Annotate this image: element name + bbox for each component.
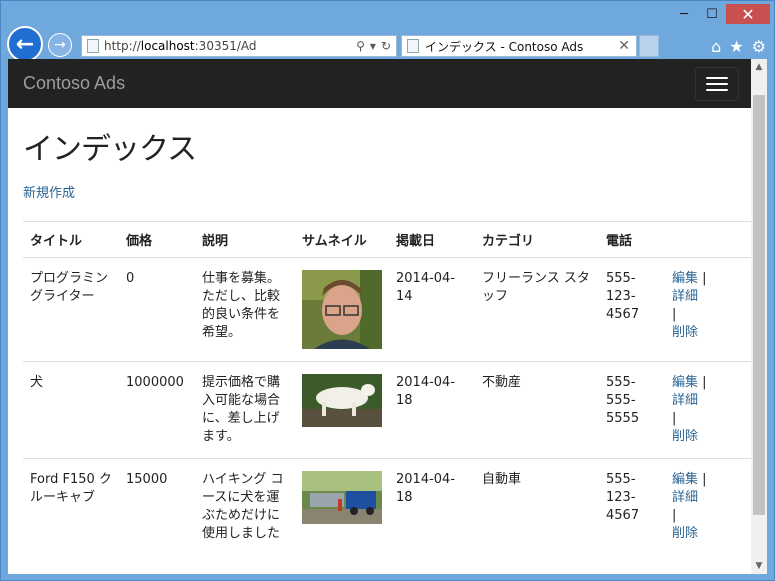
cell-title: 犬 xyxy=(23,361,119,459)
tab-page-icon xyxy=(407,39,419,53)
cell-actions: 編集 | 詳細 | 削除 xyxy=(665,361,753,459)
header-date: 掲載日 xyxy=(389,221,475,258)
cell-title: プログラミングライター xyxy=(23,257,119,362)
window-controls: ─ ☐ ✕ xyxy=(670,4,770,24)
arrow-left-icon: ← xyxy=(15,31,35,57)
new-tab-button[interactable] xyxy=(639,35,659,57)
page-viewport: Contoso Ads インデックス 新規作成 タイトル 価格 説明 サムネイル… xyxy=(8,59,754,574)
cell-title: Ford F150 クルーキャブ xyxy=(23,458,119,555)
cell-category: 不動産 xyxy=(475,361,599,459)
vertical-scrollbar[interactable]: ▲ ▼ xyxy=(751,59,767,574)
tab-title: インデックス - Contoso Ads xyxy=(425,39,584,54)
home-icon[interactable]: ⌂ xyxy=(711,37,721,56)
gear-icon[interactable]: ⚙ xyxy=(752,37,766,56)
header-title: タイトル xyxy=(23,221,119,258)
cell-price: 0 xyxy=(119,257,195,362)
edit-link[interactable]: 編集 xyxy=(672,375,698,390)
edit-link[interactable]: 編集 xyxy=(672,271,698,286)
hamburger-icon-bar xyxy=(706,76,728,79)
header-thumbnail: サムネイル xyxy=(295,221,389,258)
maximize-button[interactable]: ☐ xyxy=(698,4,726,24)
url-text: http://localhost:30351/Ad xyxy=(104,39,257,53)
browser-tab[interactable]: インデックス - Contoso Ads ✕ xyxy=(401,35,637,57)
browser-toolbar-icons: ⌂ ★ ⚙ xyxy=(711,37,766,56)
scroll-up-arrow-icon[interactable]: ▲ xyxy=(751,59,767,75)
cell-thumbnail xyxy=(295,257,389,362)
cell-date: 2014-04-14 xyxy=(389,257,475,362)
thumbnail-dog-photo[interactable] xyxy=(302,374,382,427)
hamburger-icon-bar xyxy=(706,82,728,85)
tab-close-icon[interactable]: ✕ xyxy=(618,38,630,54)
cell-date: 2014-04-18 xyxy=(389,458,475,555)
arrow-right-icon: → xyxy=(54,37,66,53)
cell-description: ハイキング コースに犬を運ぶためだけに使用しました xyxy=(195,458,295,555)
address-bar[interactable]: http://localhost:30351/Ad ⚲ ▾ ↻ xyxy=(81,35,397,57)
table-header-row: タイトル 価格 説明 サムネイル 掲載日 カテゴリ 電話 xyxy=(23,221,753,258)
header-category: カテゴリ xyxy=(475,221,599,258)
table-row: プログラミングライター 0 仕事を募集。ただし、比較的良い条件を希望。 2014… xyxy=(23,257,753,362)
refresh-icon[interactable]: ↻ xyxy=(381,39,391,53)
cell-phone: 555-123-4567 xyxy=(599,257,665,362)
header-actions xyxy=(665,221,753,258)
cell-phone: 555-123-4567 xyxy=(599,458,665,555)
cell-category: 自動車 xyxy=(475,458,599,555)
cell-thumbnail xyxy=(295,458,389,555)
header-price: 価格 xyxy=(119,221,195,258)
delete-link[interactable]: 削除 xyxy=(672,526,698,541)
scrollbar-thumb[interactable] xyxy=(753,95,765,515)
separator: | xyxy=(702,271,707,286)
cell-category: フリーランス スタッフ xyxy=(475,257,599,362)
header-phone: 電話 xyxy=(599,221,665,258)
cell-description: 仕事を募集。ただし、比較的良い条件を希望。 xyxy=(195,257,295,362)
cell-price: 1000000 xyxy=(119,361,195,459)
separator: | xyxy=(672,508,677,523)
table-row: Ford F150 クルーキャブ 15000 ハイキング コースに犬を運ぶためだ… xyxy=(23,458,753,555)
cell-thumbnail xyxy=(295,361,389,459)
brand-link[interactable]: Contoso Ads xyxy=(23,73,125,94)
hamburger-icon-bar xyxy=(706,88,728,91)
ads-table: タイトル 価格 説明 サムネイル 掲載日 カテゴリ 電話 プログラミングライター xyxy=(23,221,753,555)
browser-window: ─ ☐ ✕ ← → http://localhost:30351/Ad ⚲ ▾ … xyxy=(0,0,775,581)
cell-actions: 編集 | 詳細 | 削除 xyxy=(665,458,753,555)
menu-toggle-button[interactable] xyxy=(695,66,739,101)
minimize-button[interactable]: ─ xyxy=(670,4,698,24)
close-window-button[interactable]: ✕ xyxy=(726,4,770,24)
thumbnail-truck-photo[interactable] xyxy=(302,471,382,524)
back-button[interactable]: ← xyxy=(7,26,43,62)
thumbnail-portrait-photo[interactable] xyxy=(302,270,382,349)
site-navbar: Contoso Ads xyxy=(8,59,754,108)
header-description: 説明 xyxy=(195,221,295,258)
separator: | xyxy=(702,375,707,390)
edit-link[interactable]: 編集 xyxy=(672,472,698,487)
cell-description: 提示価格で購入可能な場合に、差し上げます。 xyxy=(195,361,295,459)
separator: | xyxy=(672,411,677,426)
details-link[interactable]: 詳細 xyxy=(672,490,698,505)
dropdown-icon[interactable]: ▾ xyxy=(370,39,376,53)
details-link[interactable]: 詳細 xyxy=(672,393,698,408)
page-title: インデックス xyxy=(23,132,197,167)
search-icon[interactable]: ⚲ xyxy=(356,39,365,53)
page-icon xyxy=(87,39,99,53)
cell-date: 2014-04-18 xyxy=(389,361,475,459)
delete-link[interactable]: 削除 xyxy=(672,429,698,444)
details-link[interactable]: 詳細 xyxy=(672,289,698,304)
separator: | xyxy=(702,472,707,487)
forward-button[interactable]: → xyxy=(48,33,72,57)
cell-phone: 555-555-5555 xyxy=(599,361,665,459)
cell-price: 15000 xyxy=(119,458,195,555)
create-new-link[interactable]: 新規作成 xyxy=(23,186,75,201)
star-icon[interactable]: ★ xyxy=(729,37,743,56)
table-row: 犬 1000000 提示価格で購入可能な場合に、差し上げます。 2014-04-… xyxy=(23,361,753,459)
cell-actions: 編集 | 詳細 | 削除 xyxy=(665,257,753,362)
scroll-down-arrow-icon[interactable]: ▼ xyxy=(751,558,767,574)
separator: | xyxy=(672,307,677,322)
main-content: インデックス 新規作成 タイトル 価格 説明 サムネイル 掲載日 カテゴリ 電話 xyxy=(8,108,754,555)
delete-link[interactable]: 削除 xyxy=(672,325,698,340)
